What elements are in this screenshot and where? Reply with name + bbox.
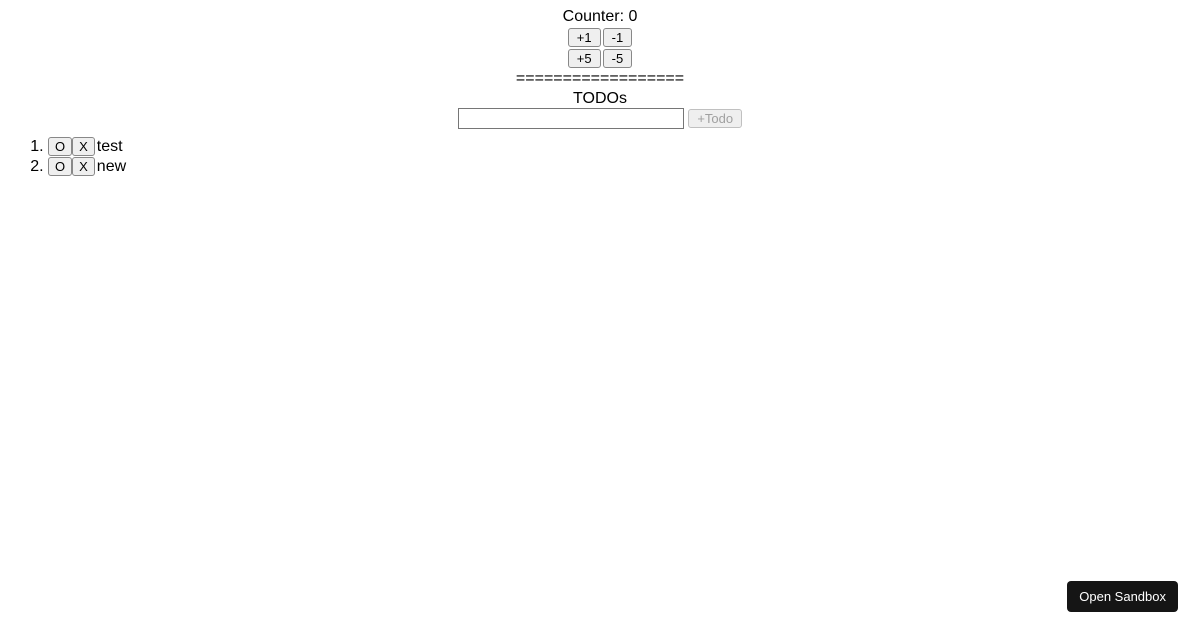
todo-input[interactable]	[458, 108, 684, 129]
todo-toggle-button[interactable]: O	[48, 137, 72, 156]
decrement-1-button[interactable]: -1	[603, 28, 633, 47]
todo-text: test	[97, 138, 123, 155]
todo-toggle-button[interactable]: O	[48, 157, 72, 176]
list-item: OXnew	[48, 157, 1192, 176]
decrement-5-button[interactable]: -5	[603, 49, 633, 68]
increment-5-button[interactable]: +5	[568, 49, 601, 68]
counter-section: Counter: 0 +1-1 +5-5 ================== …	[8, 8, 1192, 129]
counter-row-2: +5-5	[8, 49, 1192, 68]
counter-display: Counter: 0	[8, 8, 1192, 26]
todo-delete-button[interactable]: X	[72, 137, 95, 156]
todo-input-row: +Todo	[8, 108, 1192, 129]
list-item: OXtest	[48, 137, 1192, 156]
section-separator: ==================	[8, 70, 1192, 88]
add-todo-button[interactable]: +Todo	[688, 109, 742, 128]
todo-delete-button[interactable]: X	[72, 157, 95, 176]
todo-list: OXtest OXnew	[8, 137, 1192, 176]
increment-1-button[interactable]: +1	[568, 28, 601, 47]
todo-text: new	[97, 158, 126, 175]
counter-row-1: +1-1	[8, 28, 1192, 47]
todos-title: TODOs	[8, 90, 1192, 108]
counter-value: 0	[628, 8, 637, 25]
open-sandbox-button[interactable]: Open Sandbox	[1067, 581, 1178, 612]
counter-label: Counter:	[563, 8, 629, 25]
